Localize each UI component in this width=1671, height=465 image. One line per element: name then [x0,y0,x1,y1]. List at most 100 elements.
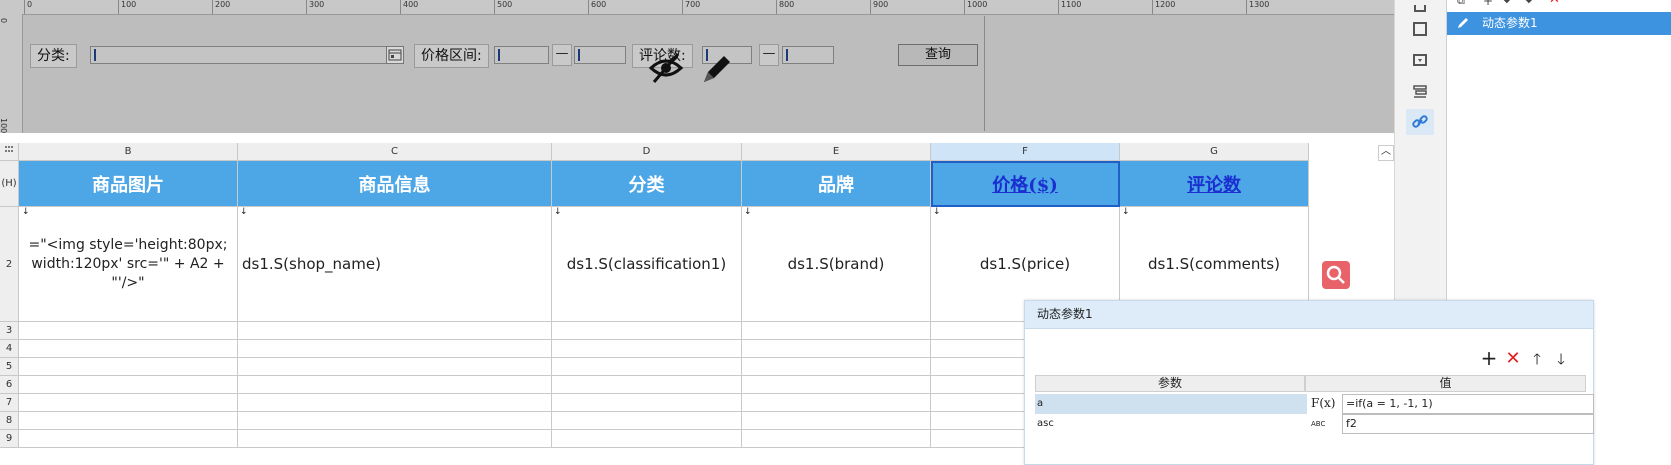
param-value-input[interactable]: f2 [1342,414,1594,434]
empty-cell[interactable] [238,358,552,376]
ruler-mark: 1300 [1246,0,1269,14]
empty-cell[interactable] [238,340,552,358]
empty-cell[interactable] [742,412,931,430]
row-header[interactable]: 6 [0,376,19,394]
row-header[interactable]: 3 [0,322,19,340]
header-cell-image[interactable]: 商品图片 [19,161,238,207]
price-min-input[interactable] [494,46,549,64]
header-cell-category[interactable]: 分类 [552,161,742,207]
formula-cell-image[interactable]: ="<img style='height:80px; width:120px' … [19,207,238,322]
param-value-input[interactable]: =if(a = 1, -1, 1) [1342,394,1594,414]
empty-cell[interactable] [238,412,552,430]
empty-cell[interactable] [552,376,742,394]
data-cell-shop-name[interactable]: ds1.S(shop_name) [238,207,552,322]
empty-cell[interactable] [19,340,238,358]
param-list-item-label: 动态参数1 [1482,16,1538,30]
category-input[interactable] [90,46,390,64]
column-header-e[interactable]: E [742,143,931,161]
row-header[interactable]: 4 [0,340,19,358]
empty-cell[interactable] [742,376,931,394]
param-name[interactable]: asc [1035,414,1307,434]
empty-cell[interactable] [742,358,931,376]
empty-cell[interactable] [19,376,238,394]
column-header-f[interactable]: F [931,143,1120,161]
tree-picker-icon[interactable] [386,46,404,64]
header-cell-price[interactable]: 价格($) [931,161,1120,207]
empty-cell[interactable] [742,430,931,448]
frame-icon[interactable] [1406,16,1434,42]
edit-icon[interactable] [1455,15,1471,31]
header-cell-brand[interactable]: 品牌 [742,161,931,207]
grid-empty-area [1309,143,1384,161]
expand-down-icon: ↓ [240,207,248,217]
edit-pencil-icon[interactable] [700,50,734,86]
data-cell-classification[interactable]: ds1.S(classification1) [552,207,742,322]
ruler-mark: 0 [24,0,32,14]
column-header-d[interactable]: D [552,143,742,161]
empty-cell[interactable] [19,394,238,412]
empty-cell[interactable] [742,322,931,340]
query-button[interactable]: 查询 [898,44,978,66]
ruler-mark: 600 [588,0,606,14]
empty-cell[interactable] [552,340,742,358]
row-header[interactable]: 5 [0,358,19,376]
formula-type-icon[interactable]: F(x) [1311,394,1339,414]
ruler-mark: 1100 [1058,0,1081,14]
dropdown-widget-icon[interactable] [1406,47,1434,73]
text-type-icon[interactable]: ABC [1311,414,1339,434]
empty-cell[interactable] [238,322,552,340]
empty-cell[interactable] [19,430,238,448]
row-header-h[interactable]: (H) [0,161,19,207]
empty-cell[interactable] [552,394,742,412]
dialog-title-bar[interactable]: 动态参数1 [1025,301,1593,329]
row-header[interactable]: 8 [0,412,19,430]
delete-icon[interactable]: ✕ [1549,0,1560,7]
row-header-2[interactable]: 2 [0,207,19,322]
row-header[interactable]: 9 [0,430,19,448]
column-header-b[interactable]: B [19,143,238,161]
param-list-item[interactable]: 动态参数1 [1447,12,1671,35]
empty-cell[interactable] [552,358,742,376]
row-header[interactable]: 7 [0,394,19,412]
grid-corner[interactable] [0,143,19,161]
empty-cell[interactable] [552,430,742,448]
hidden-eye-icon[interactable] [648,50,684,86]
price-max-input[interactable] [574,46,626,64]
empty-cell[interactable] [238,394,552,412]
empty-cell[interactable] [238,376,552,394]
search-icon[interactable] [1322,261,1350,289]
copy-icon[interactable]: ⧉ [1457,0,1465,8]
move-icon[interactable]: ◆ [1525,0,1533,5]
empty-cell[interactable] [552,322,742,340]
move-down-icon[interactable]: 🡓 [1551,349,1571,369]
delete-param-icon[interactable]: ✕ [1503,349,1523,369]
hyperlink-icon[interactable] [1406,109,1434,135]
list-toolbar: ⧉ + ◆ ◆ ✕ [1457,0,1657,8]
reviews-max-input[interactable] [782,46,834,64]
move-up-icon[interactable]: 🡑 [1527,349,1547,369]
add-param-icon[interactable]: + [1479,348,1499,369]
list-widget-icon[interactable] [1406,78,1434,104]
empty-cell[interactable] [19,412,238,430]
empty-cell[interactable] [238,430,552,448]
move-down-icon[interactable]: ◆ [1503,0,1511,5]
empty-cell[interactable] [742,394,931,412]
param-name[interactable]: a [1035,394,1307,414]
empty-cell[interactable] [742,340,931,358]
parameter-canvas[interactable]: 分类: 价格区间: — 评论数: — 查询 [24,16,985,131]
data-cell-brand[interactable]: ds1.S(brand) [742,207,931,322]
scroll-up-icon[interactable]: ︿ [1378,145,1394,161]
column-header-c[interactable]: C [238,143,552,161]
empty-cell[interactable] [19,358,238,376]
add-icon[interactable]: + [1483,0,1493,8]
empty-cell[interactable] [552,412,742,430]
header-cell-comments[interactable]: 评论数 [1120,161,1309,207]
horizontal-ruler: 0 100 200 300 400 500 600 700 800 900 10… [0,0,1394,15]
ruler-mark: 100 [118,0,136,14]
param-row[interactable]: asc ABC f2 [1035,414,1595,434]
column-header-g[interactable]: G [1120,143,1309,161]
param-row[interactable]: a F(x) =if(a = 1, -1, 1) [1035,394,1595,414]
dynamic-param-dialog: 动态参数1 + ✕ 🡑 🡓 参数 值 a F(x) =if(a = 1, -1,… [1024,300,1594,465]
empty-cell[interactable] [19,322,238,340]
header-cell-info[interactable]: 商品信息 [238,161,552,207]
